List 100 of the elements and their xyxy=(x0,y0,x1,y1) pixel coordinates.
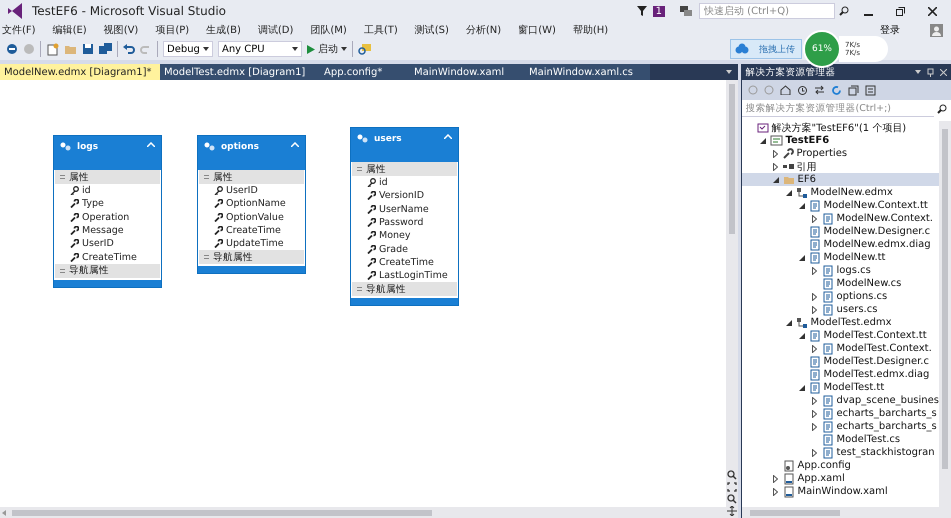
tree-row[interactable]: ModelTest.Designer.c xyxy=(742,355,939,368)
vertical-scrollbar-thumb[interactable] xyxy=(728,84,735,234)
tree-item-label[interactable]: dvap_scene_busines xyxy=(836,395,939,406)
expand-arrow-icon[interactable] xyxy=(812,448,818,456)
menu-item[interactable]: 工具(T) xyxy=(362,23,405,37)
collapse-arrow-icon[interactable] xyxy=(786,320,792,326)
tree-item-label[interactable]: ModelNew.Context. xyxy=(836,213,933,224)
section-header[interactable]: 导航属性 xyxy=(55,264,160,278)
back-button[interactable] xyxy=(6,43,18,55)
tree-row[interactable]: App.xaml xyxy=(742,472,939,485)
entity-card[interactable]: logs 属性 id Type Operation Message UserID CreateTime 导航属性 xyxy=(53,135,162,288)
tree-item-label[interactable]: ModelTest.Context.tt xyxy=(824,330,927,341)
tree-item-label[interactable]: ModelTest.tt xyxy=(824,382,884,393)
collapse-arrow-icon[interactable] xyxy=(798,254,805,260)
platform-dropdown[interactable]: Any CPU xyxy=(218,41,302,57)
section-header[interactable]: 属性 xyxy=(352,162,457,176)
tree-item-label[interactable]: 引用 xyxy=(796,160,817,174)
document-tab[interactable]: MainWindow.xaml xyxy=(410,64,525,80)
tree-row[interactable]: ModelTest.edmx xyxy=(742,316,939,329)
tree-row[interactable]: ModelNew.Designer.c xyxy=(742,225,939,238)
tree-row[interactable]: dvap_scene_busines xyxy=(742,394,939,407)
upload-button[interactable]: 拖拽上传 xyxy=(730,39,802,59)
tree-item-label[interactable]: ModelNew.tt xyxy=(824,252,886,263)
document-tab[interactable]: MainWindow.xaml.cs xyxy=(525,64,650,80)
section-header[interactable]: 属性 xyxy=(55,170,160,184)
section-header[interactable]: 属性 xyxy=(199,170,304,184)
tree-item-label[interactable]: Properties xyxy=(796,148,848,159)
tree-item-label[interactable]: users.cs xyxy=(836,304,878,315)
tree-row[interactable]: ModelTest.Context. xyxy=(742,342,939,355)
sign-in-link[interactable]: 登录 xyxy=(880,23,900,37)
menu-item[interactable]: 测试(S) xyxy=(412,23,456,37)
tree-row[interactable]: logs.cs xyxy=(742,264,939,277)
collapse-arrow-icon[interactable] xyxy=(798,332,805,338)
tree-item-label[interactable]: ModelNew.Context.tt xyxy=(824,200,928,211)
tree-row[interactable]: 引用 xyxy=(742,160,939,173)
menu-item[interactable]: 团队(M) xyxy=(308,23,354,37)
configuration-dropdown[interactable]: Debug xyxy=(163,41,213,57)
notification-badge[interactable]: 1 xyxy=(652,6,665,16)
tree-row[interactable]: App.config xyxy=(742,459,939,472)
expand-arrow-icon[interactable] xyxy=(812,214,818,222)
section-header[interactable]: 导航属性 xyxy=(352,282,457,296)
home-button[interactable] xyxy=(780,85,791,95)
document-tab[interactable]: ModelNew.edmx [Diagram1]* xyxy=(0,64,160,80)
tree-item-label[interactable]: echarts_barcharts_s xyxy=(836,421,937,432)
tree-row[interactable]: users.cs xyxy=(742,303,939,316)
tree-item-label[interactable]: ModelNew.edmx.diag xyxy=(824,239,931,250)
sync-button[interactable] xyxy=(814,85,825,95)
tree-item-label[interactable]: ModelTest.Designer.c xyxy=(824,356,929,367)
tree-row[interactable]: Properties xyxy=(742,147,939,160)
horizontal-scrollbar-thumb[interactable] xyxy=(750,510,840,516)
tree-item-label[interactable]: ModelTest.edmx xyxy=(810,317,892,328)
tree-item-label[interactable]: ModelTest.edmx.diag xyxy=(824,369,930,380)
horizontal-scrollbar-thumb[interactable] xyxy=(12,510,432,516)
undo-button[interactable] xyxy=(123,43,135,55)
tree-row[interactable]: ModelTest.Context.tt xyxy=(742,329,939,342)
tree-item-label[interactable]: App.xaml xyxy=(798,473,845,484)
expand-arrow-icon[interactable] xyxy=(812,266,818,274)
tree-row[interactable]: MainWindow.xaml xyxy=(742,485,939,498)
tree-item-label[interactable]: options.cs xyxy=(836,291,888,302)
tree-row[interactable]: ModelTest.edmx.diag xyxy=(742,368,939,381)
tree-row[interactable]: ModelNew.edmx xyxy=(742,186,939,199)
search-field[interactable]: 搜索解决方案资源管理器(Ctrl+;) xyxy=(742,100,934,117)
tree-item-label[interactable]: ModelNew.edmx xyxy=(810,187,893,198)
collapse-arrow-icon[interactable] xyxy=(798,202,805,208)
find-button[interactable] xyxy=(358,43,372,55)
menu-item[interactable]: 项目(P) xyxy=(153,23,196,37)
tree-item-label[interactable]: ModelTest.Context. xyxy=(836,343,932,354)
tree-row[interactable]: echarts_barcharts_s xyxy=(742,407,939,420)
menu-item[interactable]: 窗口(W) xyxy=(516,23,563,37)
entity-card[interactable]: users 属性 id VersionID UserName Password Money Grade CreateTime LastLoginTime 导航属性 xyxy=(350,127,459,306)
tree-item-label[interactable]: App.config xyxy=(798,460,851,471)
history-button[interactable] xyxy=(796,84,808,96)
quick-launch-field[interactable]: 快速启动 (Ctrl+Q) xyxy=(699,3,835,19)
menu-item[interactable]: 视图(V) xyxy=(102,23,146,37)
tree-row[interactable]: EF6 xyxy=(742,173,939,186)
tree-item-label[interactable]: EF6 xyxy=(798,174,816,185)
tree-item-label[interactable]: ModelNew.cs xyxy=(836,278,902,289)
menu-item[interactable]: 分析(N) xyxy=(464,23,508,37)
menu-item[interactable]: 帮助(H) xyxy=(570,23,616,37)
tree-row[interactable]: ModelTest.cs xyxy=(742,433,939,446)
tree-row[interactable]: ModelNew.tt xyxy=(742,251,939,264)
tree-item-label[interactable]: MainWindow.xaml xyxy=(798,486,888,497)
tree-row[interactable]: ModelTest.tt xyxy=(742,381,939,394)
tree-row[interactable]: options.cs xyxy=(742,290,939,303)
properties-button[interactable] xyxy=(864,84,876,96)
tree-item-label[interactable]: ModelTest.cs xyxy=(836,434,900,445)
refresh-button[interactable] xyxy=(830,84,842,96)
entity-card[interactable]: options 属性 UserID OptionName OptionValue CreateTime UpdateTime 导航属性 xyxy=(197,135,306,274)
section-header[interactable]: 导航属性 xyxy=(199,250,304,264)
tree-row[interactable]: echarts_barcharts_s xyxy=(742,420,939,433)
tree-row[interactable]: ModelNew.Context.tt xyxy=(742,199,939,212)
document-tab[interactable]: ModelTest.edmx [Diagram1] xyxy=(160,64,320,80)
save-all-button[interactable] xyxy=(99,43,112,55)
tree-item-label[interactable]: logs.cs xyxy=(836,265,871,276)
tree-row[interactable]: 解决方案"TestEF6"(1 个项目) xyxy=(742,121,939,134)
tree-item-label[interactable]: 解决方案"TestEF6"(1 个项目) xyxy=(772,121,906,134)
tree-item-label[interactable]: test_stackhistogran xyxy=(836,447,935,458)
tree-row[interactable]: TestEF6 xyxy=(742,134,939,147)
document-tab[interactable]: App.config* xyxy=(320,64,410,80)
save-button[interactable] xyxy=(82,43,94,55)
